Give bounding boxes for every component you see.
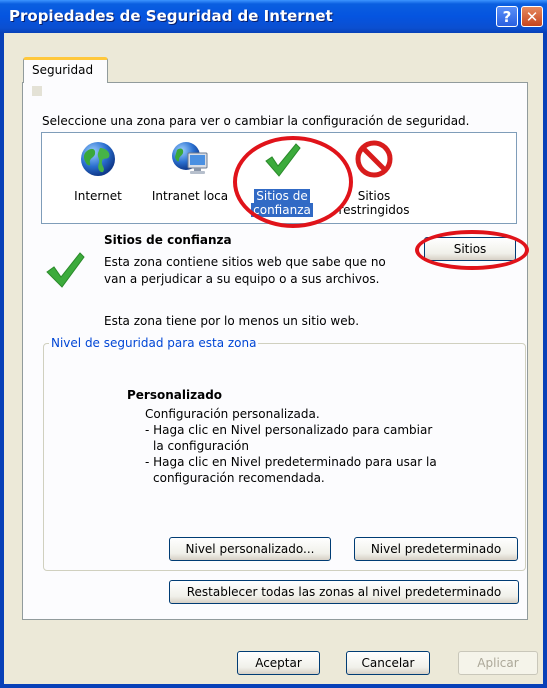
tab-security[interactable]: Seguridad	[23, 57, 108, 83]
title-bar[interactable]: Propiedades de Seguridad de Internet ? ✕	[0, 0, 547, 33]
security-level-legend: Nivel de seguridad para esta zona	[49, 336, 259, 350]
zone-label: Intranet loca	[151, 189, 229, 203]
help-icon: ?	[502, 8, 512, 26]
reset-all-zones-button[interactable]: Restablecer todas las zonas al nivel pre…	[169, 580, 519, 604]
globe-icon	[81, 142, 115, 176]
zone-list[interactable]: Internet Intranet loca Sitios de confian…	[41, 132, 517, 224]
trusted-check-icon	[46, 252, 85, 288]
zone-trusted-sites[interactable]: Sitios de confianza	[236, 133, 328, 223]
description-line: - Haga clic en Nivel predeterminado para…	[145, 455, 437, 469]
zone-description-line1: Esta zona contiene sitios web que sabe q…	[104, 255, 386, 269]
zone-label-line2: confianza	[251, 203, 313, 217]
description-line: la configuración	[153, 439, 249, 453]
zone-intranet[interactable]: Intranet loca	[144, 133, 236, 223]
sites-button[interactable]: Sitios	[424, 237, 516, 261]
check-icon	[265, 143, 301, 177]
zone-note: Esta zona tiene por lo menos un sitio we…	[104, 314, 360, 328]
apply-button[interactable]: Aplicar	[458, 651, 538, 675]
cancel-button[interactable]: Cancelar	[346, 651, 430, 675]
description-line: - Haga clic en Nivel personalizado para …	[145, 423, 433, 437]
zone-instruction: Seleccione una zona para ver o cambiar l…	[42, 114, 470, 128]
description-line: configuración recomendada.	[153, 471, 325, 485]
zone-label-line2: restringidos	[338, 203, 410, 217]
zone-label: Internet	[74, 189, 122, 203]
zone-description-line2: van a perjudicar a su equipo o a sus arc…	[104, 272, 380, 286]
restricted-icon	[355, 140, 393, 178]
ok-button[interactable]: Aceptar	[237, 651, 320, 675]
help-button[interactable]: ?	[496, 6, 518, 27]
zone-label-line1: Sitios	[357, 189, 391, 203]
zone-label: Sitios restringidos	[328, 189, 420, 217]
zone-label-line1: Sitios de	[254, 189, 310, 203]
security-level-title: Personalizado	[127, 388, 223, 402]
zone-label: Sitios de confianza	[236, 189, 328, 217]
window-title: Propiedades de Seguridad de Internet	[9, 7, 333, 25]
custom-level-button[interactable]: Nivel personalizado...	[169, 537, 331, 561]
zone-internet[interactable]: Internet	[52, 133, 144, 223]
close-icon: ✕	[525, 8, 539, 26]
focus-marker	[32, 86, 42, 96]
tab-label: Seguridad	[32, 63, 94, 77]
default-level-button[interactable]: Nivel predeterminado	[354, 537, 518, 561]
zone-title: Sitios de confianza	[104, 233, 232, 247]
window-border-right	[543, 33, 547, 688]
security-level-description: Configuración personalizada. - Haga clic…	[145, 406, 475, 486]
window-border-bottom	[0, 684, 547, 688]
description-line: Configuración personalizada.	[145, 407, 320, 421]
zone-restricted-sites[interactable]: Sitios restringidos	[328, 133, 420, 223]
close-button[interactable]: ✕	[521, 6, 543, 27]
zone-description: Esta zona contiene sitios web que sabe q…	[104, 254, 409, 288]
intranet-icon	[172, 142, 208, 174]
